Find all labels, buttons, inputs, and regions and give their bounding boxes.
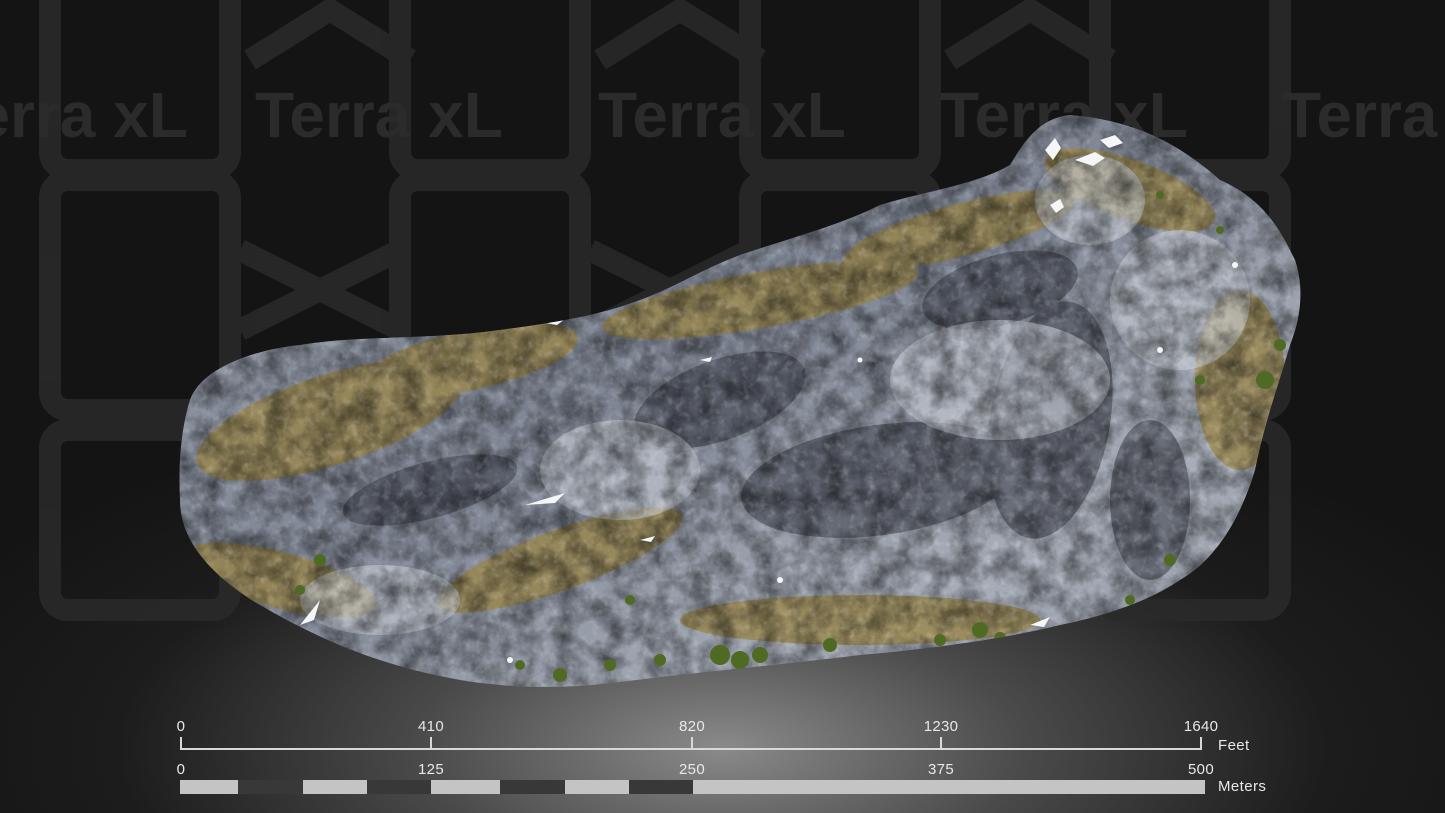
feet-tick-mark (691, 737, 693, 750)
feet-tick-mark (180, 737, 182, 750)
feet-tick-label: 1230 (923, 718, 959, 735)
meter-segment-dark (500, 780, 565, 794)
feet-unit-label: Feet (1218, 737, 1250, 754)
meters-unit-label: Meters (1218, 778, 1267, 795)
meters-tick-label: 0 (176, 761, 186, 778)
meter-segment-dark (629, 780, 693, 794)
meters-tick-label: 125 (418, 761, 444, 778)
feet-tick-label: 410 (418, 718, 444, 735)
feet-tick-label: 820 (679, 718, 705, 735)
meters-scale-bar (180, 780, 1205, 794)
meter-segment-dark (238, 780, 303, 794)
meter-segment-light (303, 780, 367, 794)
feet-tick-mark (430, 737, 432, 750)
feet-tick-mark (1200, 737, 1202, 750)
meters-tick-label: 250 (679, 761, 705, 778)
terrain-model (179, 115, 1301, 687)
meter-segment-light (431, 780, 500, 794)
meters-tick-label: 500 (1188, 761, 1214, 778)
feet-tick-mark (940, 737, 942, 750)
meter-segment-light (693, 780, 1205, 794)
meter-segment-light (565, 780, 629, 794)
meter-segment-light (180, 780, 238, 794)
feet-tick-label: 1640 (1183, 718, 1219, 735)
meter-segment-dark (367, 780, 431, 794)
feet-tick-label: 0 (176, 718, 186, 735)
meters-tick-label: 375 (928, 761, 954, 778)
